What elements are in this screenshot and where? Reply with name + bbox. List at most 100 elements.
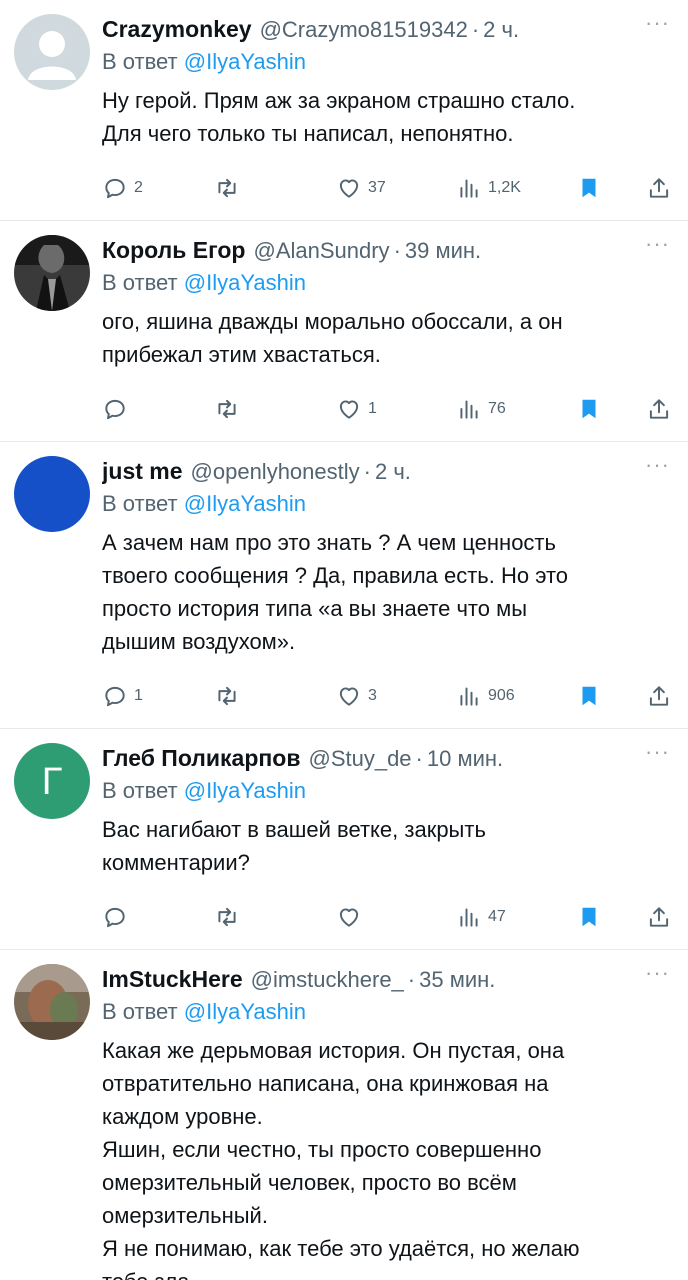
reply-icon <box>105 686 125 707</box>
heart-icon <box>339 400 359 419</box>
text-line: Для чего только ты написал, непонятно. <box>102 121 514 146</box>
avatar[interactable] <box>14 235 90 311</box>
more-options-icon[interactable]: ··· <box>645 962 670 984</box>
reply-icon <box>105 399 125 420</box>
reply-button[interactable]: 2 <box>102 175 214 201</box>
retweet-button[interactable] <box>214 683 336 709</box>
default-avatar-icon <box>14 14 90 90</box>
views-button[interactable]: 76 <box>456 396 576 422</box>
bookmark-button[interactable] <box>576 683 646 709</box>
heart-icon <box>339 687 359 706</box>
retweet-button[interactable] <box>214 904 336 930</box>
bookmark-button[interactable] <box>576 175 646 201</box>
reply-button[interactable]: 1 <box>102 683 214 709</box>
text-line: комментарии? <box>102 850 250 875</box>
display-name[interactable]: Король Егор <box>102 235 245 265</box>
views-button[interactable]: 906 <box>456 683 576 709</box>
tweet[interactable]: ··· ImStuckHere @imstuckhere_ · 35 мин. … <box>0 950 688 1280</box>
text-line: тебе зла <box>102 1265 672 1280</box>
views-button[interactable]: 47 <box>456 904 576 930</box>
bookmark-button[interactable] <box>576 396 646 422</box>
reply-context: В ответ @IlyaYashin <box>102 46 672 78</box>
tweet-header: just me @openlyhonestly · 2 ч. <box>102 456 672 486</box>
like-button[interactable]: 37 <box>336 175 456 201</box>
display-name[interactable]: Глеб Поликарпов <box>102 743 300 773</box>
tweet-text: Ну герой. Прям аж за экраном страшно ста… <box>102 84 672 150</box>
user-handle[interactable]: @Crazymo81519342 <box>260 15 468 44</box>
analytics-icon <box>460 400 478 419</box>
retweet-button[interactable] <box>214 396 336 422</box>
separator-dot: · <box>471 17 480 42</box>
reply-mention[interactable]: @IlyaYashin <box>184 49 306 74</box>
avatar[interactable] <box>14 14 90 90</box>
tweet[interactable]: ··· Crazymonkey @Crazymo81519342 · 2 ч. … <box>0 0 688 221</box>
avatar[interactable] <box>14 456 90 532</box>
timestamp[interactable]: 35 мин. <box>419 965 495 994</box>
text-line: ого, яшина дважды морально обоссали, а о… <box>102 309 563 334</box>
tweet[interactable]: ··· Король Егор @AlanSundry · 39 мин. В … <box>0 221 688 442</box>
separator-dot: · <box>407 967 416 992</box>
heart-icon <box>339 908 359 927</box>
separator-dot: · <box>393 238 401 263</box>
reply-prefix: В ответ <box>102 778 178 803</box>
more-options-icon[interactable]: ··· <box>645 454 670 476</box>
display-name[interactable]: Crazymonkey <box>102 14 252 44</box>
reply-count: 2 <box>134 179 143 196</box>
like-button[interactable] <box>336 904 456 930</box>
text-line: омерзительный человек, просто во всём <box>102 1170 517 1195</box>
reply-mention[interactable]: @IlyaYashin <box>184 491 306 516</box>
tweet[interactable]: ··· just me @openlyhonestly · 2 ч. В отв… <box>0 442 688 729</box>
share-button[interactable] <box>646 175 672 201</box>
view-count: 1,2K <box>488 179 521 196</box>
reply-button[interactable] <box>102 904 214 930</box>
tweet[interactable]: Г ··· Глеб Поликарпов @Stuy_de · 10 мин.… <box>0 729 688 950</box>
reply-mention[interactable]: @IlyaYashin <box>184 778 306 803</box>
views-button[interactable]: 1,2K <box>456 175 576 201</box>
user-handle[interactable]: @openlyhonestly <box>191 457 360 486</box>
view-count: 906 <box>488 687 515 704</box>
reply-mention[interactable]: @IlyaYashin <box>184 270 306 295</box>
timestamp[interactable]: 39 мин. <box>405 236 481 265</box>
text-line: омерзительный. <box>102 1203 268 1228</box>
timestamp[interactable]: 2 ч. <box>375 457 411 486</box>
timestamp[interactable]: 10 мин. <box>427 744 503 773</box>
share-button[interactable] <box>646 396 672 422</box>
action-bar: 1 3 906 <box>102 664 672 728</box>
timestamp[interactable]: 2 ч. <box>483 15 519 44</box>
share-button[interactable] <box>646 683 672 709</box>
text-line: прибежал этим хвастаться. <box>102 342 381 367</box>
like-button[interactable]: 1 <box>336 396 456 422</box>
share-button[interactable] <box>646 904 672 930</box>
more-options-icon[interactable]: ··· <box>645 741 670 763</box>
text-line: А зачем нам про это знать ? А чем ценнос… <box>102 530 556 555</box>
text-line: Ну герой. Прям аж за экраном страшно ста… <box>102 88 576 113</box>
like-button[interactable]: 3 <box>336 683 456 709</box>
avatar-letter-icon: Г <box>14 743 90 819</box>
reply-context: В ответ @IlyaYashin <box>102 775 672 807</box>
text-line: отвратительно написана, она кринжовая на <box>102 1071 549 1096</box>
display-name[interactable]: just me <box>102 456 183 486</box>
user-handle[interactable]: @Stuy_de <box>308 744 411 773</box>
analytics-icon <box>460 179 478 198</box>
more-options-icon[interactable]: ··· <box>645 12 670 34</box>
tweet-text: ого, яшина дважды морально обоссали, а о… <box>102 305 672 371</box>
avatar[interactable] <box>14 964 90 1040</box>
retweet-button[interactable] <box>214 175 336 201</box>
avatar-letter: Г <box>42 761 63 803</box>
more-options-icon[interactable]: ··· <box>645 233 670 255</box>
view-count: 47 <box>488 908 506 925</box>
like-count: 37 <box>368 179 386 196</box>
text-line: Я не понимаю, как тебе это удаётся, но ж… <box>102 1236 580 1261</box>
tweet-header: Король Егор @AlanSundry · 39 мин. <box>102 235 672 265</box>
user-handle[interactable]: @AlanSundry <box>253 236 389 265</box>
view-count: 76 <box>488 400 506 417</box>
reply-icon <box>105 178 125 199</box>
tweet-text: А зачем нам про это знать ? А чем ценнос… <box>102 526 672 658</box>
display-name[interactable]: ImStuckHere <box>102 964 243 994</box>
avatar[interactable]: Г <box>14 743 90 819</box>
reply-button[interactable] <box>102 396 214 422</box>
reply-mention[interactable]: @IlyaYashin <box>184 999 306 1024</box>
text-line: просто история типа «а вы знаете что мы <box>102 596 528 621</box>
user-handle[interactable]: @imstuckhere_ <box>251 965 404 994</box>
bookmark-button[interactable] <box>576 904 646 930</box>
